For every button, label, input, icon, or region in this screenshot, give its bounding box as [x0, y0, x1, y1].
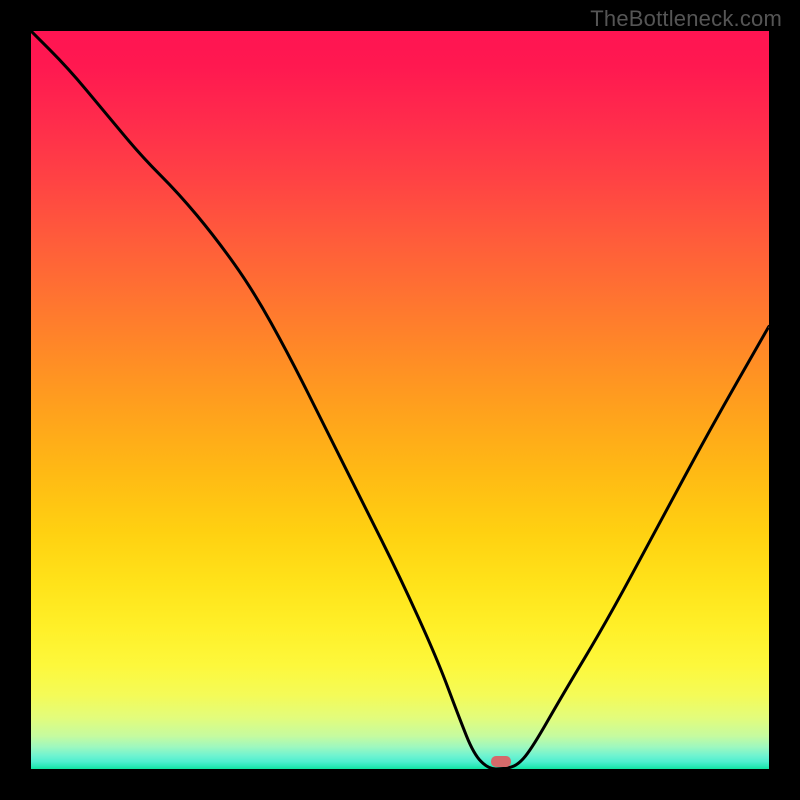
optimal-marker — [491, 756, 511, 767]
bottleneck-curve — [31, 31, 769, 769]
chart-area — [31, 31, 769, 769]
watermark-text: TheBottleneck.com — [590, 6, 782, 32]
